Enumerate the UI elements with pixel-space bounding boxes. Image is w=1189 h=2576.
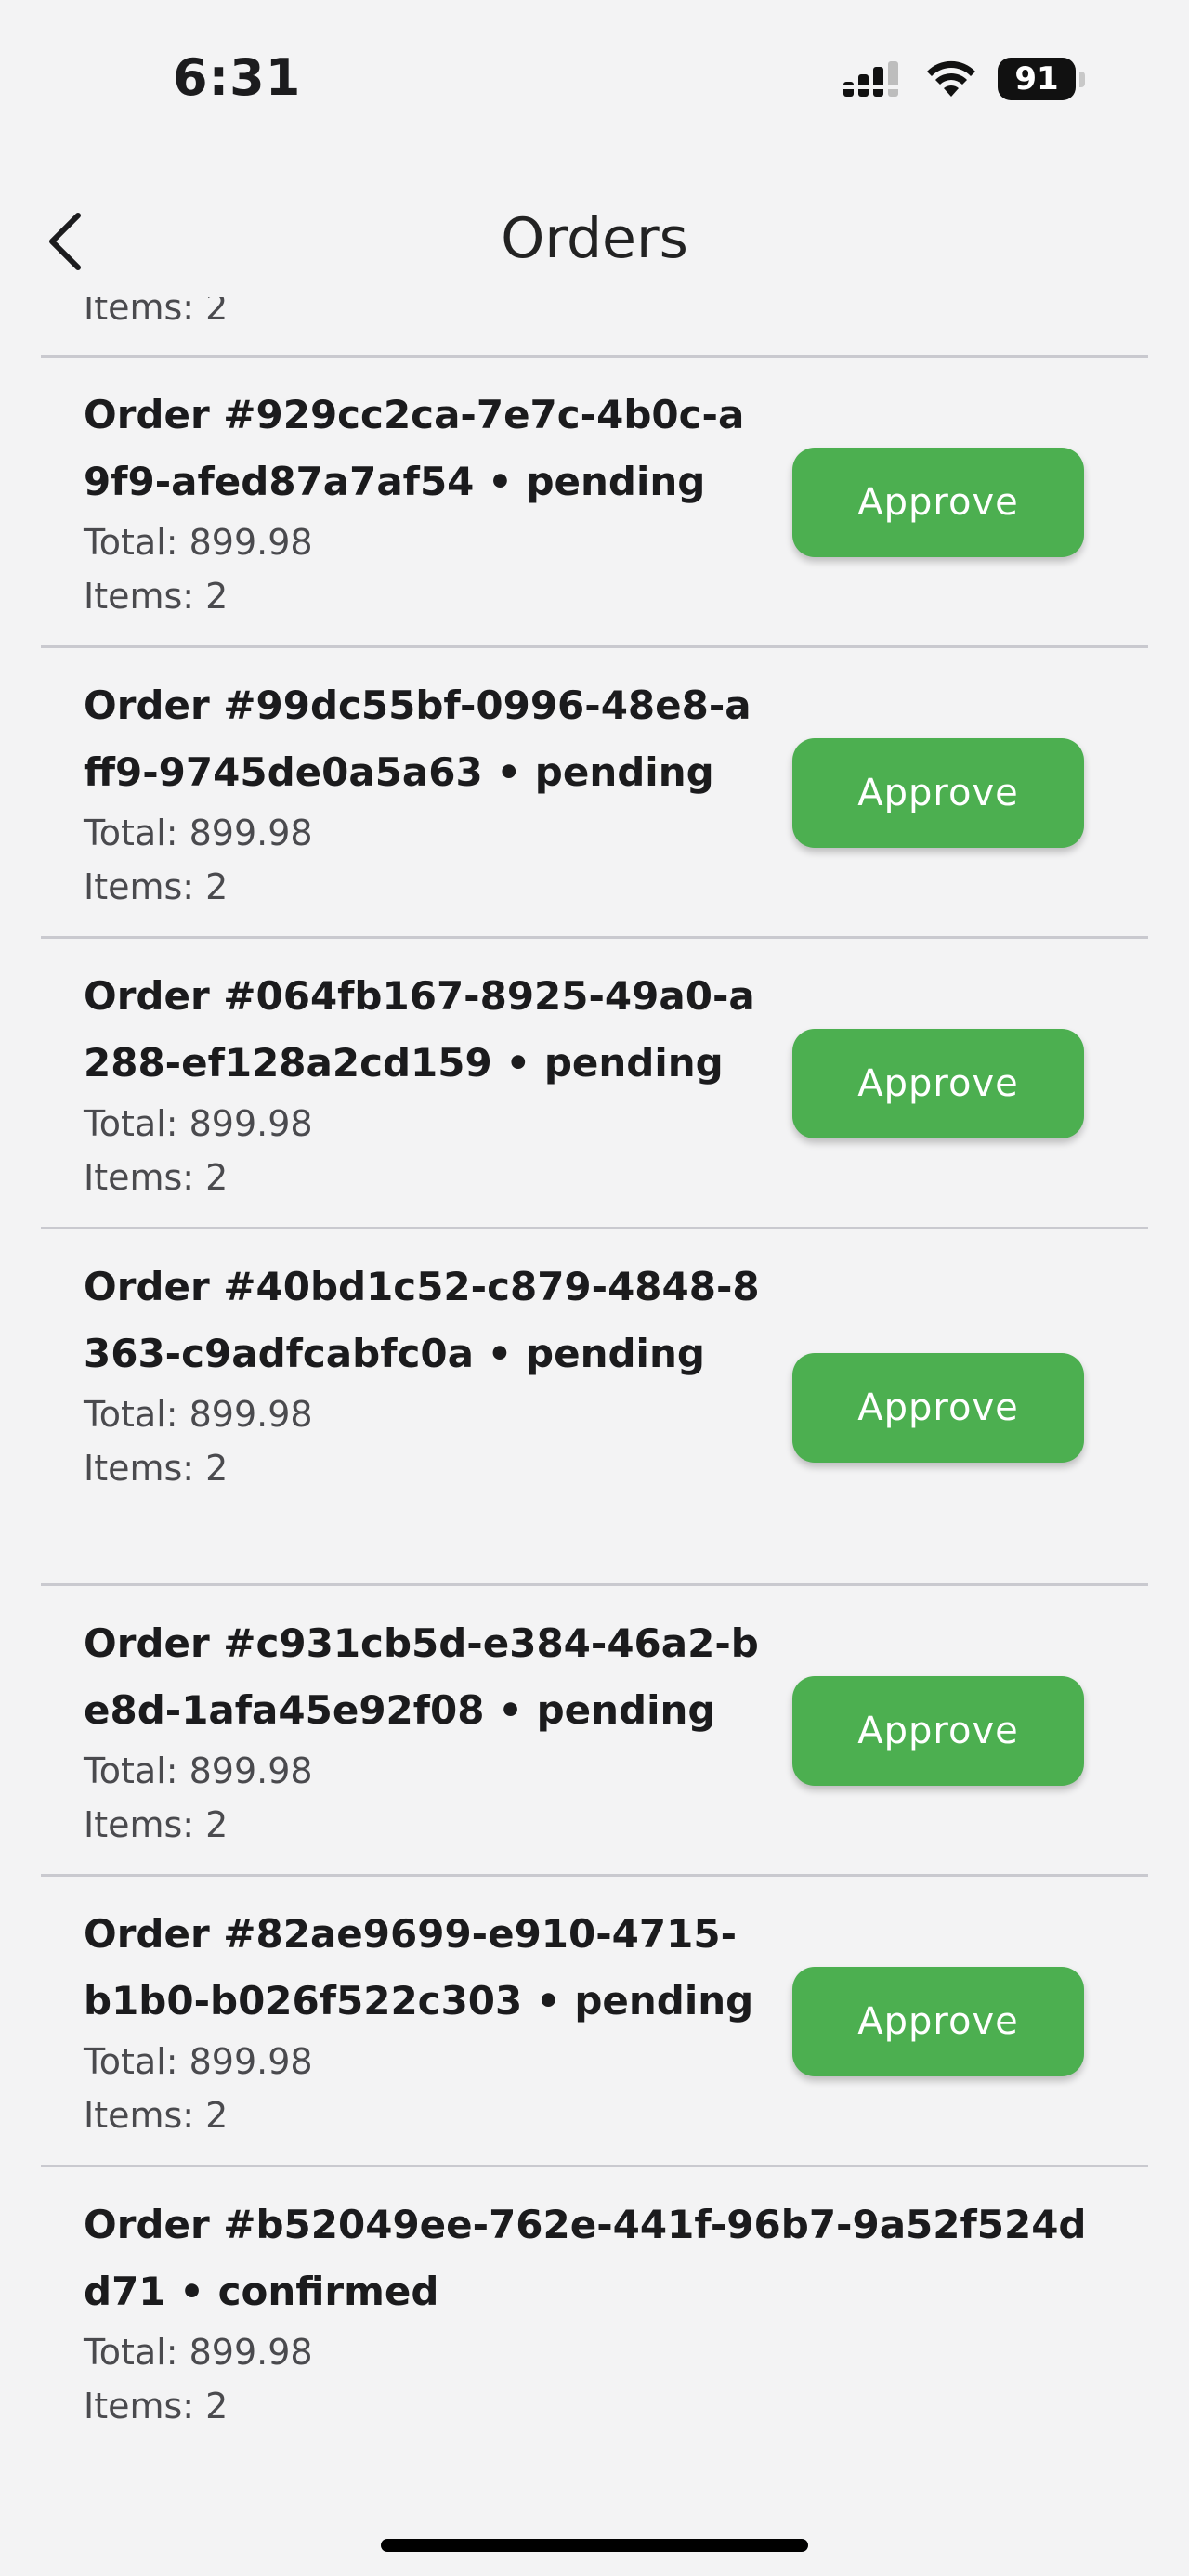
order-total: Total: 899.98: [84, 1394, 313, 1435]
list-item-partial: Items: 2: [41, 297, 1148, 358]
order-title: Order #064fb167-8925-49a0-a288-ef128a2cd…: [84, 973, 755, 1086]
orders-list[interactable]: Items: 2 Order #929cc2ca-7e7c-4b0c-a9f9-…: [0, 297, 1189, 2576]
status-bar: 6:31 91: [0, 0, 1189, 158]
list-item-order: Order #c931cb5d-e384-46a2-be8d-1afa45e92…: [41, 1586, 1148, 1877]
list-item-order: Order #40bd1c52-c879-4848-8363-c9adfcabf…: [41, 1229, 1148, 1586]
approve-button[interactable]: Approve: [792, 1353, 1084, 1463]
order-items-count: Items: 2: [84, 1804, 229, 1845]
order-items-count: Items: 2: [84, 1157, 229, 1198]
home-indicator[interactable]: [381, 2539, 808, 2552]
order-info: Order #b52049ee-762e-441f-96b7-9a52f524d…: [84, 2192, 1096, 2433]
approve-button[interactable]: Approve: [792, 1967, 1084, 2076]
order-items-count: Items: 2: [84, 1448, 229, 1489]
order-title: Order #99dc55bf-0996-48e8-aff9-9745de0a5…: [84, 683, 751, 795]
order-total: Total: 899.98: [84, 1750, 313, 1791]
order-items-count: Items: 2: [84, 297, 229, 328]
order-total: Total: 899.98: [84, 1103, 313, 1144]
order-info: Order #40bd1c52-c879-4848-8363-c9adfcabf…: [84, 1254, 762, 1495]
approve-button[interactable]: Approve: [792, 1029, 1084, 1138]
approve-button[interactable]: Approve: [792, 738, 1084, 848]
order-title: Order #82ae9699-e910-4715-b1b0-b026f522c…: [84, 1911, 754, 2023]
status-time: 6:31: [173, 48, 302, 107]
order-info: Order #c931cb5d-e384-46a2-be8d-1afa45e92…: [84, 1610, 762, 1852]
approve-button[interactable]: Approve: [792, 1676, 1084, 1786]
battery-tip: [1079, 72, 1085, 87]
approve-button[interactable]: Approve: [792, 448, 1084, 557]
battery-icon: 91: [998, 58, 1085, 102]
order-info: Order #82ae9699-e910-4715-b1b0-b026f522c…: [84, 1901, 762, 2142]
order-title: Order #929cc2ca-7e7c-4b0c-a9f9-afed87a7a…: [84, 392, 745, 504]
order-total: Total: 899.98: [84, 813, 313, 853]
order-items-count: Items: 2: [84, 2386, 229, 2426]
order-total: Total: 899.98: [84, 2332, 313, 2373]
order-title: Order #b52049ee-762e-441f-96b7-9a52f524d…: [84, 2202, 1087, 2314]
wifi-icon: [927, 60, 975, 97]
battery-level: 91: [998, 58, 1076, 100]
order-info: Order #064fb167-8925-49a0-a288-ef128a2cd…: [84, 963, 762, 1204]
list-item-order: Order #82ae9699-e910-4715-b1b0-b026f522c…: [41, 1877, 1148, 2167]
order-title: Order #c931cb5d-e384-46a2-be8d-1afa45e92…: [84, 1620, 759, 1733]
list-item-order: Order #b52049ee-762e-441f-96b7-9a52f524d…: [41, 2167, 1148, 2524]
cellular-signal-icon: [843, 61, 898, 97]
list-item-order: Order #929cc2ca-7e7c-4b0c-a9f9-afed87a7a…: [41, 358, 1148, 648]
order-items-count: Items: 2: [84, 866, 229, 907]
order-info: Order #929cc2ca-7e7c-4b0c-a9f9-afed87a7a…: [84, 382, 762, 623]
order-title: Order #40bd1c52-c879-4848-8363-c9adfcabf…: [84, 1264, 760, 1376]
list-item-order: Order #99dc55bf-0996-48e8-aff9-9745de0a5…: [41, 648, 1148, 939]
nav-bar: Orders: [0, 186, 1189, 297]
order-total: Total: 899.98: [84, 2041, 313, 2082]
order-info: Order #99dc55bf-0996-48e8-aff9-9745de0a5…: [84, 672, 762, 914]
list-item-order: Order #064fb167-8925-49a0-a288-ef128a2cd…: [41, 939, 1148, 1229]
order-items-count: Items: 2: [84, 2095, 229, 2136]
order-total: Total: 899.98: [84, 522, 313, 563]
order-items-count: Items: 2: [84, 576, 229, 617]
page-title: Orders: [501, 206, 688, 271]
